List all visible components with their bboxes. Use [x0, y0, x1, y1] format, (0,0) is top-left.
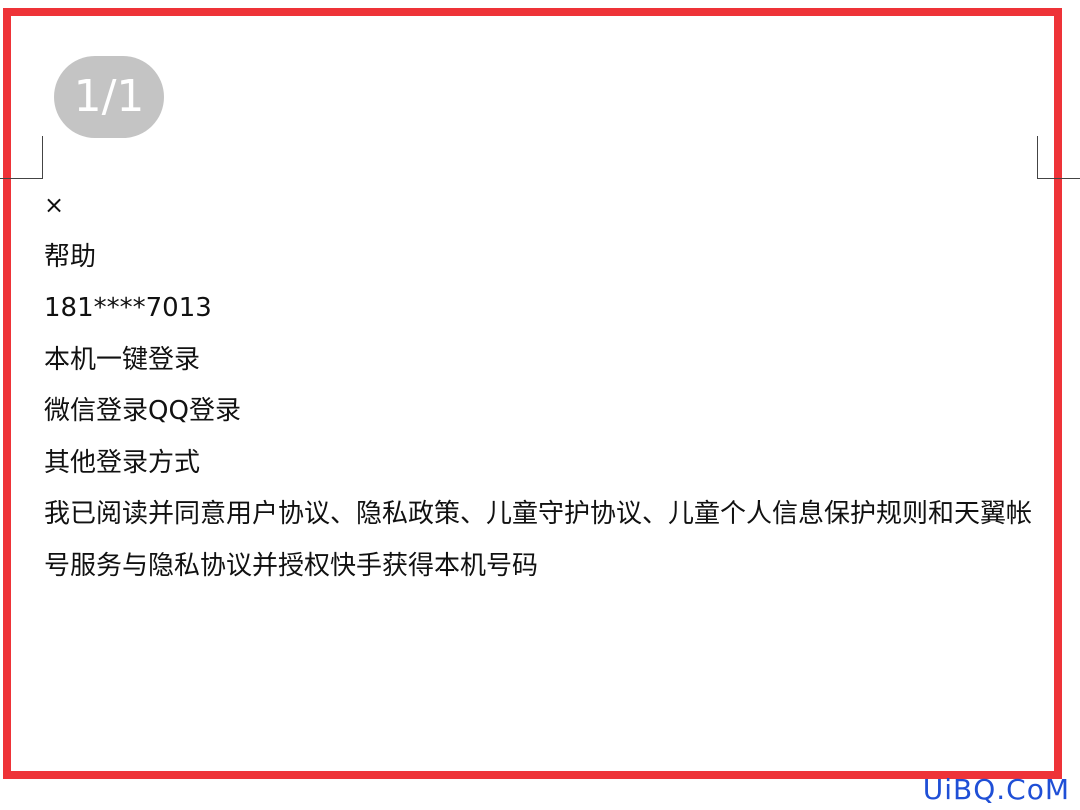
login-page-text: × 帮助 181****7013 本机一键登录 微信登录QQ登录 其他登录方式 … [44, 180, 1044, 592]
page-counter-badge: 1/1 [54, 56, 164, 138]
watermark-text: UiBQ.CoM [922, 773, 1070, 806]
crop-mark-left [0, 136, 43, 179]
other-login-methods-link[interactable]: 其他登录方式 [44, 448, 200, 478]
one-click-login-button[interactable]: 本机一键登录 [44, 345, 200, 375]
agreement-text: 我已阅读并同意用户协议、隐私政策、儿童守护协议、儿童个人信息保护规则和天翼帐号服… [44, 499, 1033, 581]
help-link[interactable]: 帮助 [44, 242, 96, 272]
phone-number: 181****7013 [44, 293, 212, 323]
screenshot-stage: 1/1 × 帮助 181****7013 本机一键登录 微信登录QQ登录 其他登… [0, 0, 1080, 810]
close-icon[interactable]: × [44, 191, 64, 219]
wechat-login-button[interactable]: 微信登录 [44, 396, 148, 426]
crop-mark-right [1037, 136, 1080, 179]
qq-login-button[interactable]: QQ登录 [148, 396, 241, 426]
